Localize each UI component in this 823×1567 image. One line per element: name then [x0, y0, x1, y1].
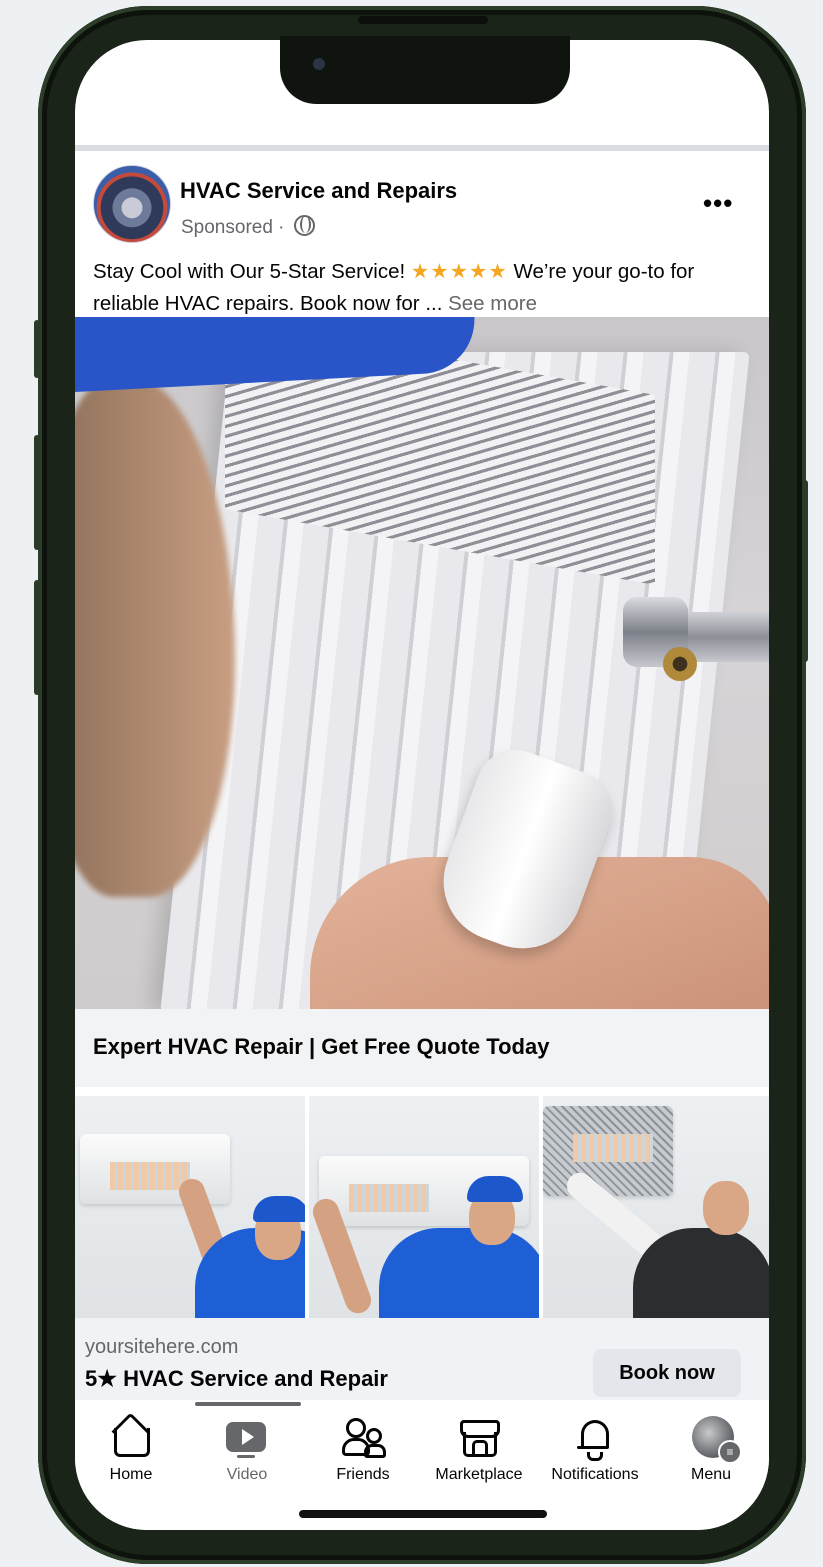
book-now-button[interactable]: Book now: [593, 1349, 741, 1397]
volume-up-button: [34, 435, 40, 550]
globe-icon: [293, 215, 315, 236]
home-indicator[interactable]: [299, 1510, 547, 1518]
tab-menu[interactable]: ≡ Menu: [653, 1416, 769, 1484]
speaker-grill: [358, 16, 488, 24]
friends-icon: [340, 1416, 386, 1462]
ad-site-url[interactable]: yoursitehere.com: [85, 1336, 238, 1359]
image-carousel[interactable]: [75, 1096, 769, 1318]
post-caption: Stay Cool with Our 5-Star Service! ★★★★★…: [93, 256, 753, 320]
tab-label-friends: Friends: [336, 1466, 390, 1483]
tab-label-marketplace: Marketplace: [435, 1466, 523, 1483]
home-icon: [108, 1416, 154, 1462]
star-rating-icon: ★★★★★: [410, 260, 508, 283]
ad-hero-image[interactable]: [75, 317, 769, 1009]
volume-down-button: [34, 580, 40, 695]
page-name[interactable]: HVAC Service and Repairs: [180, 178, 457, 204]
hamburger-icon: ≡: [718, 1440, 742, 1464]
carousel-image-1[interactable]: [75, 1096, 305, 1318]
bell-icon: [572, 1416, 618, 1462]
ad-title[interactable]: 5★ HVAC Service and Repair: [85, 1366, 388, 1392]
sponsored-label: Sponsored ·: [181, 215, 315, 239]
tab-label-menu: Menu: [690, 1466, 732, 1483]
valve-graphic: [623, 587, 769, 697]
phone-screen: HVAC Service and Repairs Sponsored · •••…: [75, 40, 769, 1530]
feed-divider: [75, 145, 769, 151]
menu-avatar: ≡: [688, 1416, 742, 1464]
mute-switch: [34, 320, 40, 378]
tab-notifications[interactable]: Notifications: [537, 1416, 653, 1484]
tab-label-notifications: Notifications: [551, 1466, 639, 1483]
front-camera: [313, 58, 325, 70]
video-icon: [224, 1416, 270, 1462]
tab-label-video: Video: [226, 1466, 268, 1483]
caption-text: Stay Cool with Our 5-Star Service!: [93, 260, 411, 283]
power-button: [802, 480, 808, 662]
sponsored-text: Sponsored ·: [181, 217, 285, 238]
carousel-image-3[interactable]: [543, 1096, 769, 1318]
hand-graphic: [75, 377, 235, 897]
marketplace-icon: [456, 1416, 502, 1462]
tab-home[interactable]: Home: [75, 1416, 189, 1484]
carousel-image-2[interactable]: [309, 1096, 539, 1318]
tab-friends[interactable]: Friends: [305, 1416, 421, 1484]
page-avatar[interactable]: [93, 165, 171, 243]
tab-label-home: Home: [109, 1466, 153, 1483]
more-options-icon[interactable]: •••: [703, 188, 733, 219]
see-more-link[interactable]: See more: [448, 292, 537, 315]
phone-notch: [280, 36, 570, 104]
ad-headline[interactable]: Expert HVAC Repair | Get Free Quote Toda…: [93, 1034, 549, 1060]
tab-marketplace[interactable]: Marketplace: [421, 1416, 537, 1484]
tab-video[interactable]: Video: [189, 1416, 305, 1484]
active-tab-indicator: [195, 1402, 301, 1406]
